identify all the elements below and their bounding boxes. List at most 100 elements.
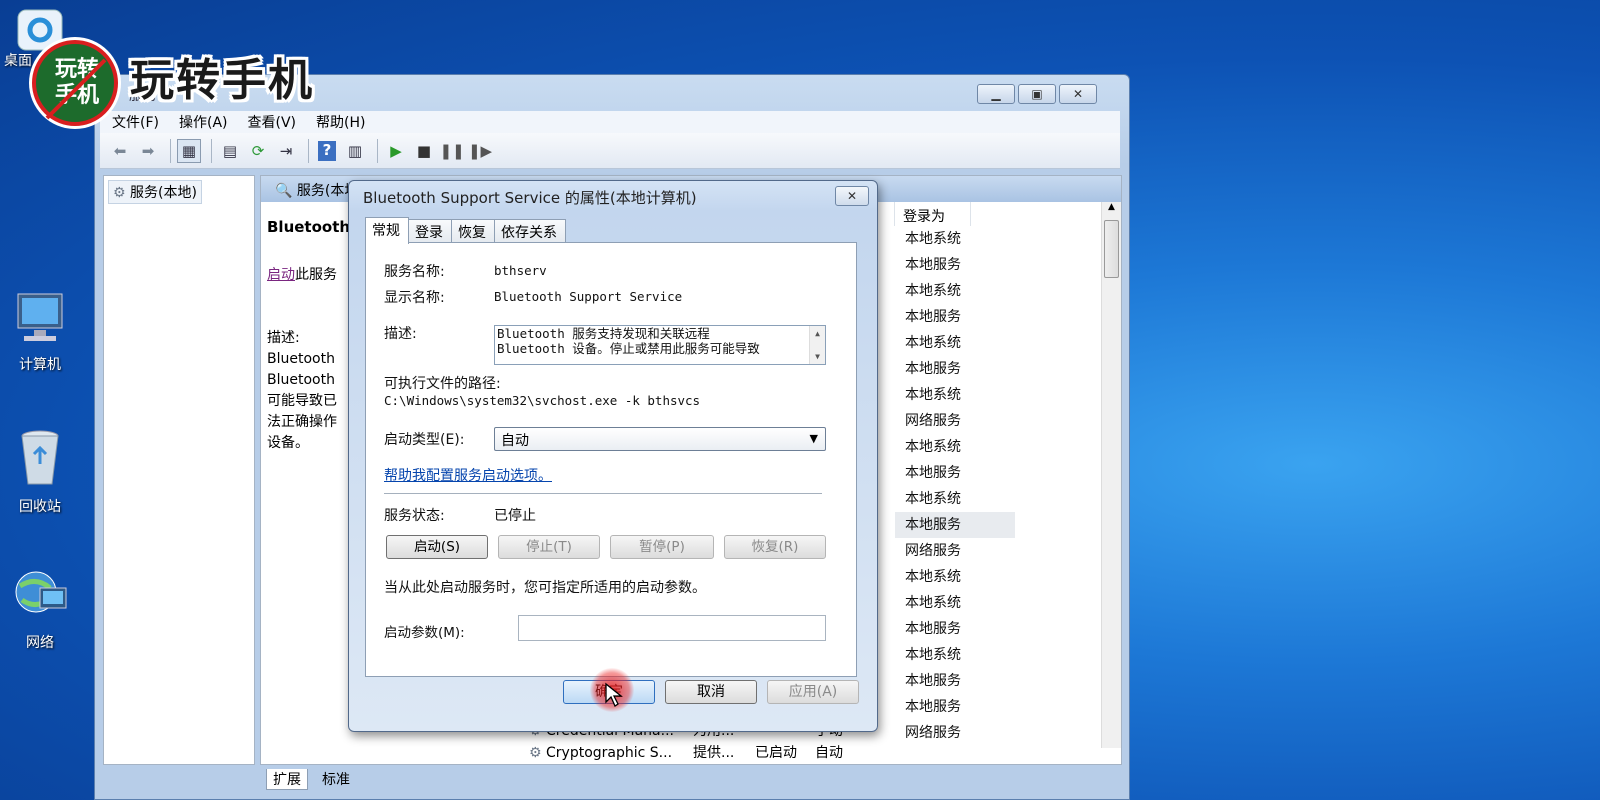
tab-recovery[interactable]: 恢复 bbox=[451, 219, 495, 243]
logon-cell[interactable]: 本地系统 bbox=[895, 330, 1015, 356]
logon-cell[interactable]: 本地系统 bbox=[895, 564, 1015, 590]
scroll-thumb[interactable] bbox=[1104, 220, 1119, 278]
logon-cell[interactable]: 本地系统 bbox=[895, 382, 1015, 408]
minimize-button[interactable]: ▁ bbox=[977, 84, 1015, 104]
apply-button[interactable]: 应用(A) bbox=[767, 680, 859, 704]
logon-cell[interactable]: 网络服务 bbox=[895, 408, 1015, 434]
logon-cell[interactable]: 本地系统 bbox=[895, 278, 1015, 304]
help-configure-link[interactable]: 帮助我配置服务启动选项。 bbox=[384, 465, 552, 485]
menu-view[interactable]: 查看(V) bbox=[248, 112, 297, 132]
description-textbox[interactable]: Bluetooth 服务支持发现和关联远程 Bluetooth 设备。停止或禁用… bbox=[494, 325, 826, 365]
column-header-logon[interactable]: 登录为 bbox=[895, 202, 971, 226]
properties-icon: ▤ bbox=[222, 141, 238, 160]
back-button[interactable]: ⬅ bbox=[108, 139, 132, 163]
forward-button[interactable]: ➡ bbox=[136, 139, 160, 163]
maximize-icon: ▣ bbox=[1031, 87, 1043, 101]
close-window-button[interactable]: ✕ bbox=[1059, 84, 1097, 104]
network-desktop-icon[interactable]: 网络 bbox=[4, 566, 76, 652]
menu-file[interactable]: 文件(F) bbox=[112, 112, 159, 132]
menu-help[interactable]: 帮助(H) bbox=[316, 112, 365, 132]
startup-type-select[interactable]: 自动 ▼ bbox=[494, 427, 826, 451]
tree-item-services-local[interactable]: ⚙ 服务(本地) bbox=[108, 180, 202, 204]
action-pane-button[interactable]: ▥ bbox=[343, 139, 367, 163]
tab-general[interactable]: 常规 bbox=[365, 217, 409, 244]
start-params-input[interactable] bbox=[518, 615, 826, 641]
detail-description-line: Bluetooth bbox=[267, 351, 335, 367]
resume-button[interactable]: 恢复(R) bbox=[724, 535, 826, 559]
show-tree-button[interactable]: ▦ bbox=[177, 138, 201, 163]
export-list-button[interactable]: ⇥ bbox=[274, 139, 298, 163]
computer-label: 计算机 bbox=[19, 357, 61, 373]
restart-service-button[interactable]: ❚▶ bbox=[468, 139, 492, 163]
exe-path-label: 可执行文件的路径: bbox=[384, 376, 501, 392]
tab-extended[interactable]: 扩展 bbox=[266, 769, 308, 790]
logon-cell[interactable]: 本地服务 bbox=[895, 694, 1015, 720]
logon-cell[interactable]: 本地系统 bbox=[895, 226, 1015, 252]
table-row[interactable]: ⚙ Cryptographic S... 提供... 已启动 自动 bbox=[529, 740, 869, 764]
pause-button[interactable]: 暂停(P) bbox=[610, 535, 714, 559]
scroll-up-icon[interactable]: ▲ bbox=[810, 326, 825, 341]
display-name-label: 显示名称: bbox=[384, 290, 445, 306]
service-description: 提供... bbox=[693, 745, 735, 761]
tab-dependencies[interactable]: 依存关系 bbox=[494, 219, 566, 243]
logon-cell[interactable]: 本地系统 bbox=[895, 434, 1015, 460]
dialog-title: Bluetooth Support Service 的属性(本地计算机) bbox=[363, 189, 697, 207]
logon-cell[interactable]: 本地服务 bbox=[895, 616, 1015, 642]
start-service-button[interactable]: ▶ bbox=[384, 139, 408, 163]
vertical-scrollbar[interactable]: ▲ bbox=[1101, 202, 1121, 748]
logon-cell[interactable]: 本地系统 bbox=[895, 590, 1015, 616]
service-status: 已启动 bbox=[755, 745, 797, 761]
logon-cell[interactable]: 网络服务 bbox=[895, 720, 1015, 746]
toolbar-separator bbox=[211, 138, 212, 163]
cancel-button[interactable]: 取消 bbox=[665, 680, 757, 704]
toolbar: ⬅ ➡ ▦ ▤ ⟳ ⇥ ? ▥ ▶ ■ ❚❚ ❚▶ bbox=[100, 133, 1120, 169]
detail-description-line: 可能导致已 bbox=[267, 393, 337, 409]
recycle-bin-desktop-icon[interactable]: 回收站 bbox=[4, 428, 76, 516]
logon-cell[interactable]: 本地服务 bbox=[895, 356, 1015, 382]
logon-cell[interactable]: 本地服务 bbox=[895, 252, 1015, 278]
recycle-bin-label: 回收站 bbox=[19, 499, 61, 515]
stop-button[interactable]: 停止(T) bbox=[498, 535, 600, 559]
start-service-link[interactable]: 启动 bbox=[267, 267, 295, 283]
logon-cell[interactable]: 本地系统 bbox=[895, 486, 1015, 512]
description-scrollbar[interactable]: ▲ ▼ bbox=[809, 326, 825, 364]
pause-service-button[interactable]: ❚❚ bbox=[439, 139, 464, 163]
minimize-icon: ▁ bbox=[991, 87, 1001, 101]
detail-description-line: 设备。 bbox=[267, 435, 309, 451]
logon-cell[interactable]: 本地服务 bbox=[895, 512, 1015, 538]
display-name-value: Bluetooth Support Service bbox=[494, 289, 683, 304]
logon-cell[interactable]: 本地系统 bbox=[895, 642, 1015, 668]
forward-arrow-icon: ➡ bbox=[141, 141, 155, 160]
mouse-pointer-icon bbox=[605, 682, 623, 707]
service-startup: 自动 bbox=[815, 745, 843, 761]
help-button[interactable]: ? bbox=[315, 139, 339, 163]
stop-service-button[interactable]: ■ bbox=[412, 139, 436, 163]
tab-standard[interactable]: 标准 bbox=[316, 769, 356, 789]
start-button[interactable]: 启动(S) bbox=[386, 535, 488, 559]
menu-action[interactable]: 操作(A) bbox=[179, 112, 228, 132]
computer-desktop-icon[interactable]: 计算机 bbox=[4, 290, 76, 374]
scroll-up-icon[interactable]: ▲ bbox=[1102, 202, 1121, 218]
maximize-button[interactable]: ▣ bbox=[1018, 84, 1056, 104]
logon-cell[interactable]: 本地服务 bbox=[895, 460, 1015, 486]
refresh-button[interactable]: ⟳ bbox=[246, 139, 270, 163]
play-icon: ▶ bbox=[390, 141, 402, 160]
logon-cell[interactable]: 网络服务 bbox=[895, 538, 1015, 564]
toolbar-separator bbox=[308, 138, 309, 163]
logon-cell[interactable]: 本地服务 bbox=[895, 668, 1015, 694]
logon-cell[interactable]: 本地服务 bbox=[895, 304, 1015, 330]
console-tree-icon: ▦ bbox=[181, 141, 197, 160]
back-arrow-icon: ⬅ bbox=[113, 141, 127, 160]
help-icon: ? bbox=[318, 140, 336, 161]
service-detail-title: Bluetooth bbox=[267, 218, 351, 236]
dialog-close-button[interactable]: ✕ bbox=[835, 186, 869, 206]
console-tree: ⚙ 服务(本地) bbox=[103, 175, 255, 765]
start-params-label: 启动参数(M): bbox=[384, 625, 465, 641]
tab-logon[interactable]: 登录 bbox=[408, 219, 452, 243]
scroll-down-icon[interactable]: ▼ bbox=[810, 349, 825, 364]
stop-icon: ■ bbox=[416, 141, 432, 160]
detail-description-line: Bluetooth bbox=[267, 372, 335, 388]
description-label: 描述: bbox=[384, 326, 417, 342]
properties-button[interactable]: ▤ bbox=[218, 139, 242, 163]
dialog-tabs: 常规 登录 恢复 依存关系 bbox=[365, 217, 566, 244]
